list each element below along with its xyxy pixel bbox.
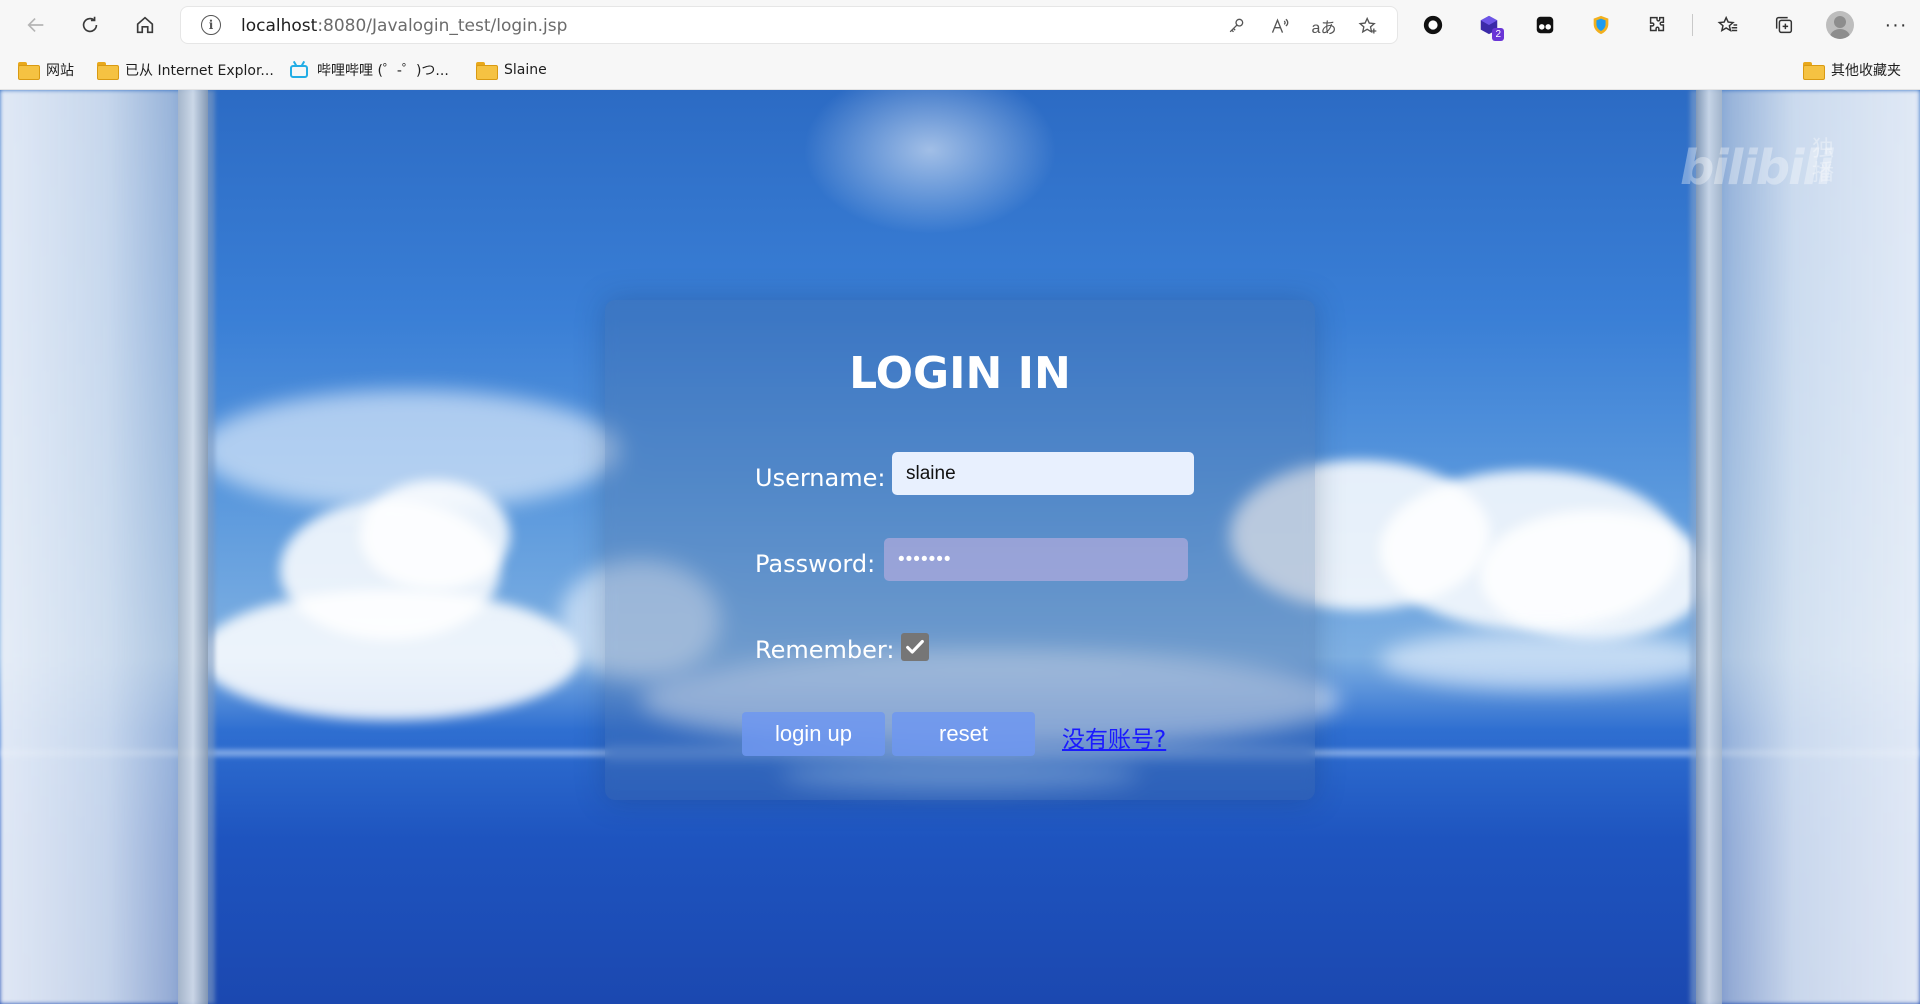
url-host: localhost [241,16,318,36]
bookmarks-bar: 网站 已从 Internet Explor... 哔哩哔哩 (゜-゜)つ... … [0,50,1920,90]
collections-icon[interactable] [1761,7,1807,43]
bilibili-icon [289,61,309,79]
info-icon[interactable]: i [201,15,221,35]
cube-extension-icon[interactable]: 2 [1466,7,1512,43]
page-viewport: bilibili 独播 LOGIN IN Username: Password:… [0,90,1920,1004]
watermark-subtext: 独播 [1812,137,1835,186]
url-path: :8080/Javalogin_test/login.jsp [317,16,568,36]
remember-label: Remember: [755,636,895,664]
star-add-icon[interactable] [1353,13,1383,39]
toolbar-separator [1692,14,1693,36]
remember-checkbox[interactable] [901,633,929,661]
bookmark-label: 哔哩哔哩 (゜-゜)つ... [317,63,449,79]
bookmark-label: 网站 [46,63,74,79]
home-icon[interactable] [127,7,163,43]
refresh-icon[interactable] [72,7,108,43]
folder-icon [97,62,119,80]
back-arrow-icon[interactable] [18,7,54,43]
curtain-right [1690,90,1920,1004]
tampermonkey-extension-icon[interactable] [1522,7,1568,43]
read-aloud-icon[interactable] [1265,13,1295,39]
password-input[interactable] [884,538,1188,581]
translate-icon[interactable]: aあ [1309,13,1339,39]
checkmark-icon [906,639,924,654]
avatar [1826,11,1854,39]
extension-badge: 2 [1492,28,1504,41]
browser-toolbar: i localhost:8080/Javalogin_test/login.js… [0,0,1920,50]
username-input[interactable] [892,452,1194,495]
record-extension-icon[interactable] [1410,7,1456,43]
bookmark-label: Slaine [504,62,547,78]
login-button[interactable]: login up [742,712,885,756]
folder-icon [18,62,40,80]
bookmark-folder-other[interactable]: 其他收藏夹 [1803,58,1901,82]
cloud [1480,510,1710,640]
login-form: LOGIN IN Username: Password: Remember: l… [605,300,1315,800]
bookmark-folder-sites[interactable]: 网站 [18,58,74,82]
bookmark-folder-ie-import[interactable]: 已从 Internet Explor... [97,58,274,82]
username-label: Username: [755,464,886,492]
cloud [1380,630,1710,690]
key-icon[interactable] [1221,13,1251,39]
bookmark-bilibili[interactable]: 哔哩哔哩 (゜-゜)つ... [289,58,449,82]
shield-extension-icon[interactable] [1578,7,1624,43]
bookmark-folder-slaine[interactable]: Slaine [476,58,547,82]
more-icon[interactable]: ··· [1873,7,1919,43]
address-url[interactable]: localhost:8080/Javalogin_test/login.jsp [241,16,567,36]
window-frame-right [1696,90,1722,1004]
profile-avatar[interactable] [1817,7,1863,43]
cloud [200,590,580,720]
bilibili-watermark: bilibili [1680,140,1833,196]
window-frame-left [178,90,208,1004]
bookmark-label: 已从 Internet Explor... [125,63,274,79]
cloud [360,480,510,590]
favorites-icon[interactable] [1705,7,1751,43]
reset-button[interactable]: reset [892,712,1035,756]
folder-icon [1803,62,1825,80]
bookmark-label: 其他收藏夹 [1831,63,1901,79]
login-title: LOGIN IN [849,348,1071,399]
address-bar[interactable]: i localhost:8080/Javalogin_test/login.js… [180,6,1398,44]
folder-icon [476,62,498,80]
signup-link[interactable]: 没有账号? [1062,720,1166,754]
password-label: Password: [755,550,876,578]
puzzle-icon[interactable] [1634,7,1680,43]
